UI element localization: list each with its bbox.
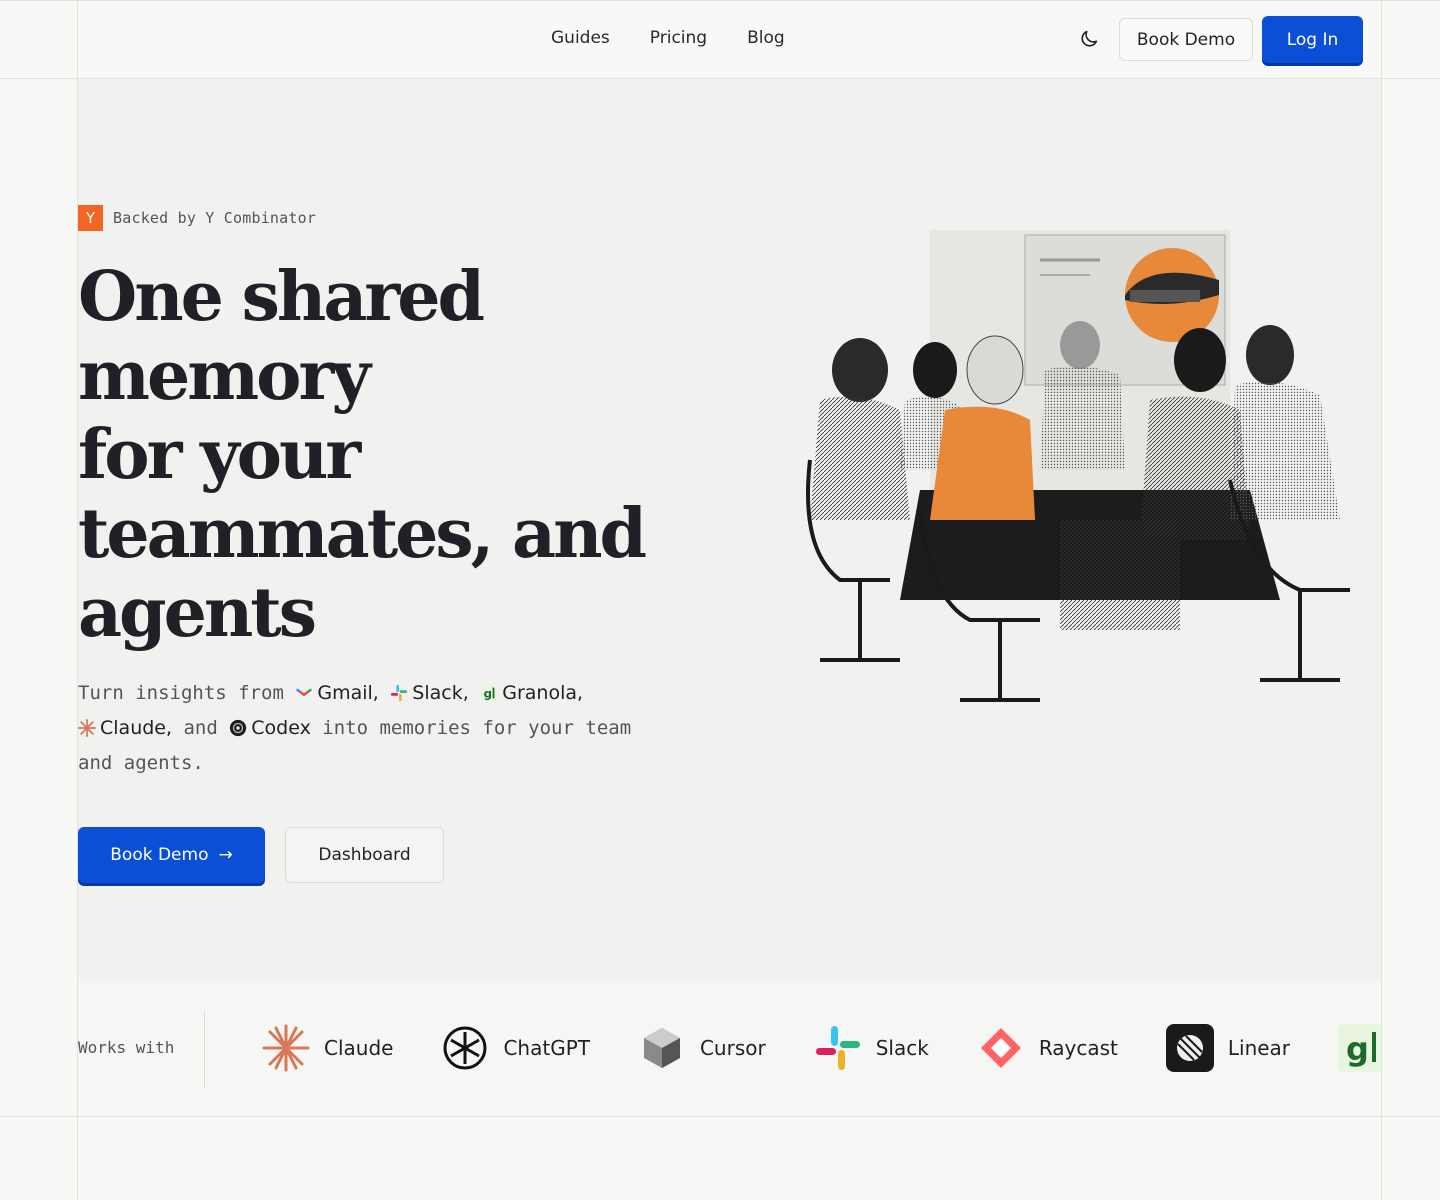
hero-subtitle: Turn insights from Gmail, Slack, g Granol… (78, 676, 638, 781)
logo-cursor[interactable]: Cursor (638, 1024, 766, 1072)
yc-badge-row: Y Backed by Y Combinator (78, 205, 316, 231)
nav-blog[interactable]: Blog (747, 28, 785, 48)
linear-icon (1165, 1024, 1214, 1072)
claude-icon (262, 1024, 310, 1072)
sub-gmail: Gmail, (317, 682, 379, 704)
main-nav: Guides Pricing Blog (551, 28, 785, 48)
logo-linear[interactable]: Linear (1165, 1024, 1291, 1072)
sub-granola: Granola, (502, 682, 584, 704)
headline-line: agents (78, 573, 317, 653)
frame-line-right (1381, 0, 1382, 1200)
cursor-icon (643, 1028, 680, 1068)
codex-icon (230, 719, 247, 737)
granola-icon: g (1338, 1024, 1381, 1072)
arrow-right-icon: → (218, 845, 233, 865)
sub-slack: Slack, (412, 682, 469, 704)
logo-label: Linear (1227, 1036, 1291, 1060)
integration-logos: Claude ChatGPT Cursor Slack Raycast Line… (262, 1024, 1381, 1072)
sub-codex: Codex (251, 717, 311, 739)
moon-icon[interactable] (1078, 28, 1100, 50)
nav-pricing[interactable]: Pricing (650, 28, 707, 48)
works-with-section: Works with Claude ChatGPT Cursor Slack R… (78, 982, 1381, 1116)
sub-prefix: Turn insights from (78, 682, 284, 704)
logo-label: Raycast (1038, 1036, 1118, 1060)
hero-headline: One shared memory for your teammates, an… (78, 258, 678, 653)
sub-claude: Claude, (100, 717, 173, 739)
svg-text:g: g (1346, 1030, 1369, 1068)
team-meeting-illustration (806, 230, 1350, 702)
header-book-demo-button[interactable]: Book Demo (1119, 18, 1253, 61)
headline-line: memory (78, 336, 371, 416)
yc-backed-text: Backed by Y Combinator (113, 209, 317, 227)
dashboard-button[interactable]: Dashboard (285, 827, 444, 883)
hero-book-demo-button[interactable]: Book Demo → (78, 827, 265, 883)
headline-line: One shared (78, 257, 485, 337)
site-header: Guides Pricing Blog Book Demo Log In (0, 0, 1440, 78)
nav-guides[interactable]: Guides (551, 28, 610, 48)
gmail-icon (296, 688, 313, 697)
logo-chatgpt[interactable]: ChatGPT (441, 1024, 590, 1072)
slack-icon (391, 684, 408, 702)
svg-text:g: g (484, 687, 492, 701)
works-with-divider (204, 1010, 205, 1088)
cta-label: Book Demo (110, 845, 209, 865)
logo-slack[interactable]: Slack (814, 1024, 929, 1072)
logo-label: Claude (324, 1036, 394, 1060)
login-button[interactable]: Log In (1262, 16, 1363, 63)
logo-raycast[interactable]: Raycast (977, 1024, 1118, 1072)
granola-icon: g (481, 684, 498, 702)
sub-and: and (183, 717, 218, 739)
logo-granola[interactable]: g (1338, 1024, 1381, 1072)
logo-label: Cursor (699, 1036, 766, 1060)
headline-line: for your (78, 415, 361, 495)
raycast-icon (980, 1028, 1021, 1068)
openai-icon (443, 1026, 487, 1070)
yc-logo: Y (78, 205, 103, 231)
claude-icon (78, 719, 96, 737)
logo-label: ChatGPT (503, 1036, 590, 1060)
footer-divider (0, 1116, 1440, 1117)
logo-claude[interactable]: Claude (262, 1024, 393, 1072)
headline-line: teammates, and (78, 494, 647, 574)
logo-label: Slack (875, 1036, 929, 1060)
slack-icon (815, 1026, 860, 1070)
works-with-label: Works with (78, 1038, 175, 1057)
